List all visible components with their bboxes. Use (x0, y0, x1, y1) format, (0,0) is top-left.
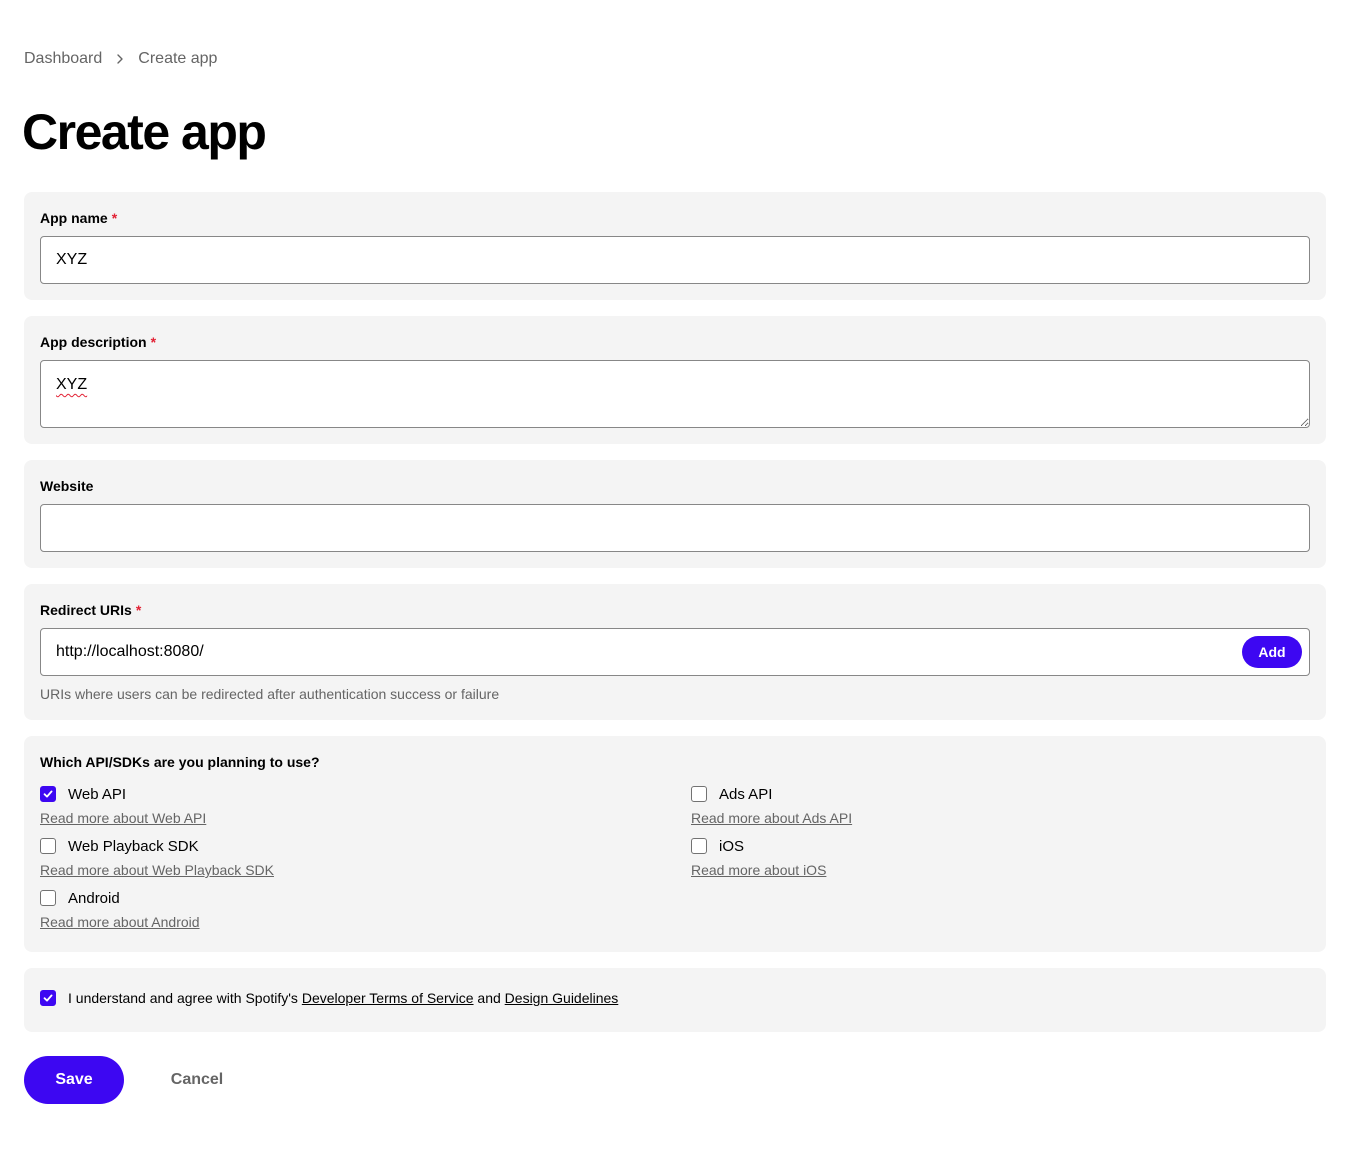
app-name-input[interactable] (40, 236, 1310, 284)
ios-read-more-link[interactable]: Read more about iOS (691, 862, 826, 878)
ios-checkbox[interactable] (691, 838, 707, 854)
terms-checkbox[interactable] (40, 990, 56, 1006)
web-api-checkbox[interactable] (40, 786, 56, 802)
required-marker: * (150, 334, 157, 350)
web-api-option[interactable]: Web API (40, 784, 126, 804)
web-api-read-more-link[interactable]: Read more about Web API (40, 810, 206, 826)
design-guidelines-link[interactable]: Design Guidelines (505, 990, 619, 1006)
app-description-textarea[interactable]: XYZ (40, 360, 1310, 428)
create-app-page: Dashboard Create app Create app App name… (0, 0, 1350, 1160)
required-marker: * (135, 602, 142, 618)
android-read-more-link[interactable]: Read more about Android (40, 914, 200, 930)
redirect-uris-helper-text: URIs where users can be redirected after… (40, 686, 500, 702)
ads-api-label: Ads API (719, 785, 773, 803)
ads-api-option[interactable]: Ads API (691, 784, 772, 804)
chevron-right-icon-svg (117, 54, 123, 64)
developer-terms-link[interactable]: Developer Terms of Service (302, 990, 474, 1006)
terms-option[interactable]: I understand and agree with Spotify's De… (40, 988, 618, 1008)
breadcrumb-current: Create app (138, 50, 218, 67)
terms-card: I understand and agree with Spotify's De… (24, 968, 1326, 1032)
website-input[interactable] (40, 504, 1310, 552)
redirect-uri-input[interactable] (40, 628, 1310, 676)
app-name-card: App name * (24, 192, 1326, 300)
terms-conjunction: and (473, 990, 505, 1006)
android-label: Android (68, 889, 120, 907)
redirect-uris-card: Redirect URIs* Add URIs where users can … (24, 584, 1326, 720)
app-description-card: App description * XYZ (24, 316, 1326, 444)
web-playback-sdk-checkbox[interactable] (40, 838, 56, 854)
web-playback-sdk-label: Web Playback SDK (68, 837, 199, 855)
website-card: Website (24, 460, 1326, 568)
app-description-label: App description * (40, 334, 156, 350)
redirect-uris-label: Redirect URIs * (40, 602, 141, 618)
save-button[interactable]: Save (24, 1056, 124, 1104)
redirect-uris-label-text: Redirect URIs (40, 602, 132, 618)
app-name-label-text: App name (40, 210, 108, 226)
checkmark-icon (43, 994, 53, 1002)
required-marker: * (111, 210, 118, 226)
api-sdk-heading: Which API/SDKs are you planning to use? (40, 754, 320, 770)
terms-prefix: I understand and agree with Spotify's (68, 990, 302, 1006)
terms-text: I understand and agree with Spotify's De… (68, 990, 618, 1006)
web-api-label: Web API (68, 785, 127, 803)
checkmark-icon (43, 790, 53, 798)
ads-api-read-more-link[interactable]: Read more about Ads API (691, 810, 852, 826)
app-description-label-text: App description (40, 334, 147, 350)
chevron-right-icon (116, 51, 124, 67)
app-name-label: App name * (40, 210, 117, 226)
android-checkbox[interactable] (40, 890, 56, 906)
add-redirect-uri-button[interactable]: Add (1242, 636, 1302, 668)
website-label: Website (40, 478, 94, 494)
cancel-button[interactable]: Cancel (160, 1056, 234, 1104)
ios-option[interactable]: iOS (691, 836, 744, 856)
breadcrumb-dashboard-link[interactable]: Dashboard (24, 50, 102, 68)
web-playback-sdk-option[interactable]: Web Playback SDK (40, 836, 199, 856)
ios-label: iOS (719, 837, 745, 855)
api-sdk-card: Which API/SDKs are you planning to use? … (24, 736, 1326, 952)
android-option[interactable]: Android (40, 888, 120, 908)
page-title: Create app (22, 104, 267, 160)
breadcrumb: Dashboard Create app (24, 48, 217, 70)
web-playback-sdk-read-more-link[interactable]: Read more about Web Playback SDK (40, 862, 274, 878)
ads-api-checkbox[interactable] (691, 786, 707, 802)
